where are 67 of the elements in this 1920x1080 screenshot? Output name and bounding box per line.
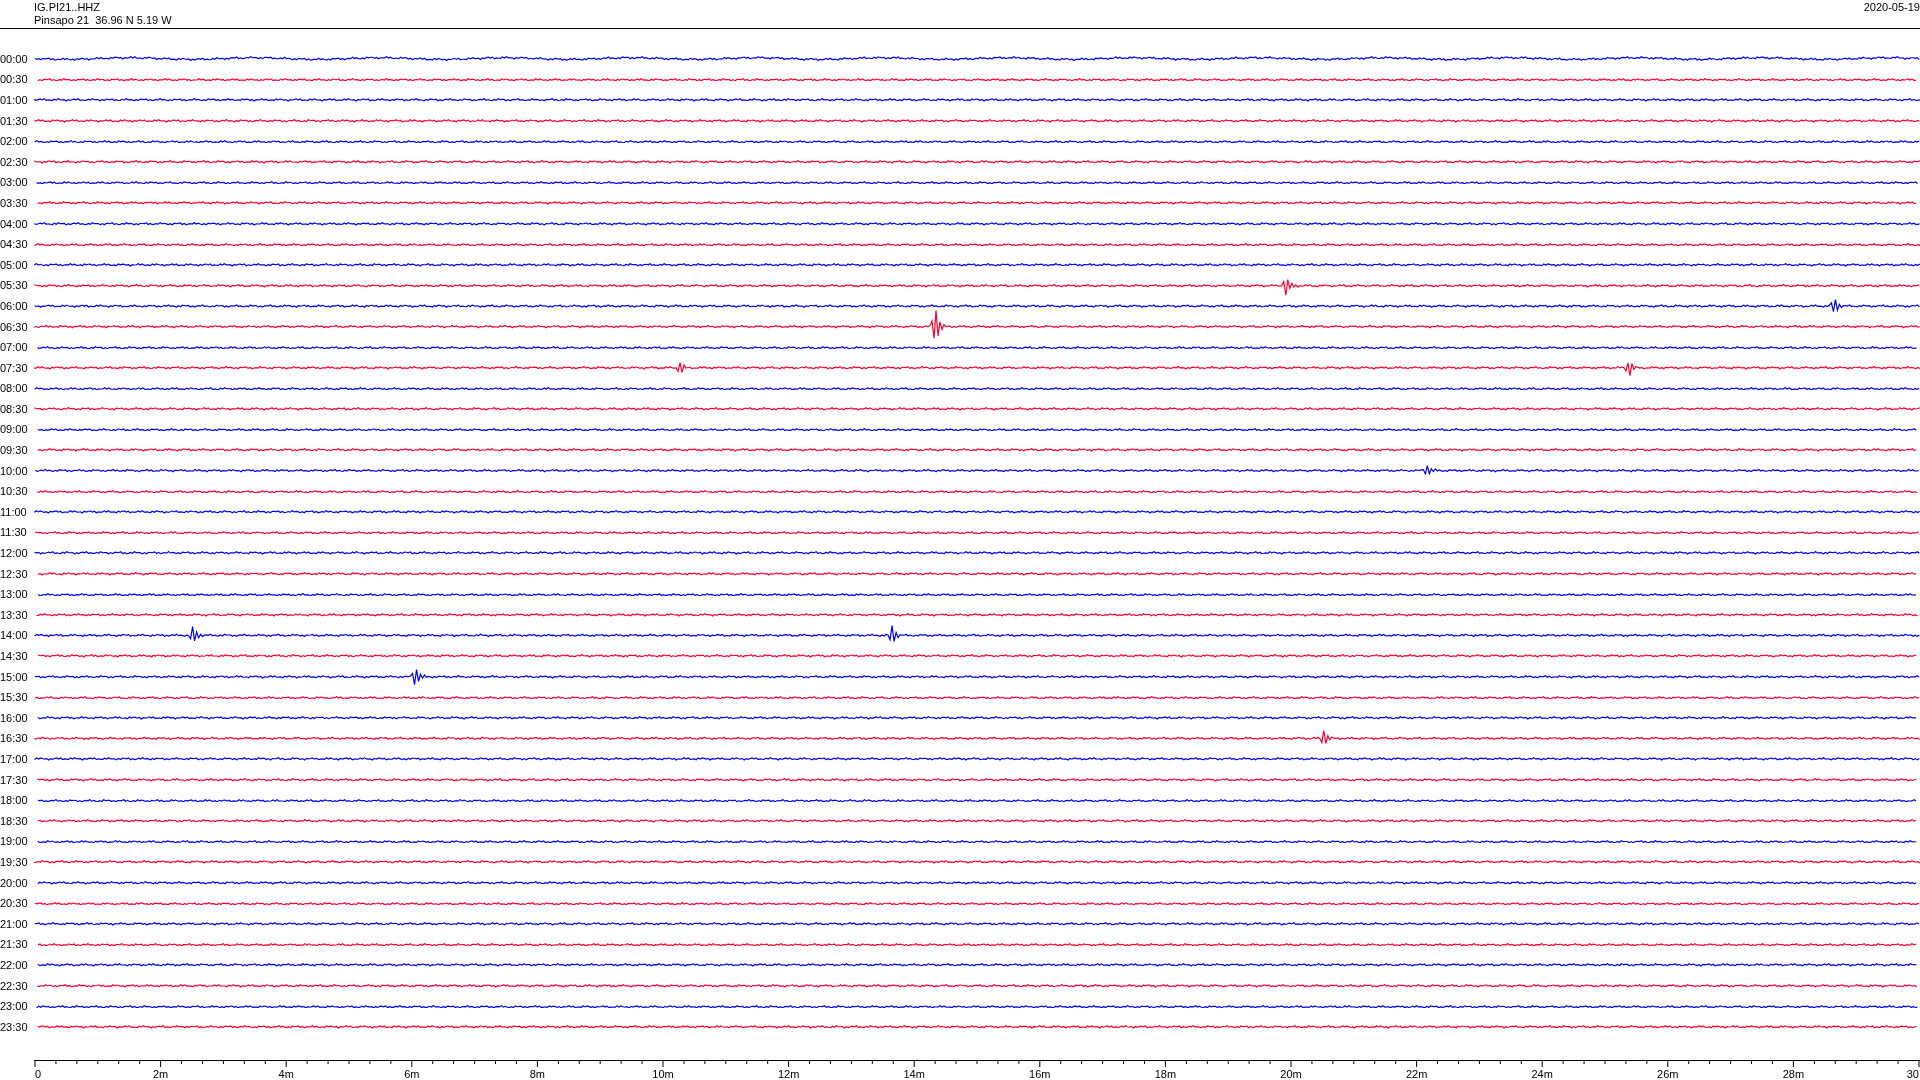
row-time-label: 14:00 [0,629,29,643]
axis-label: 18m [1154,1067,1177,1080]
row-time-label: 05:00 [0,258,29,272]
axis-label: 14m [903,1067,925,1080]
row-time-label: 09:00 [0,423,29,437]
row-time-label: 11:00 [0,505,28,519]
row-time-label: 07:00 [0,341,29,355]
row-time-label: 20:30 [0,897,29,911]
plot-date: 2020-05-19 [1863,0,1920,15]
row-time-label: 02:30 [0,155,29,169]
axis-label: 28m [1782,1067,1805,1080]
axis-label: 6m [404,1067,420,1080]
row-time-label: 12:00 [0,547,29,561]
row-time-label: 21:30 [0,938,29,952]
row-time-label: 08:30 [0,402,29,416]
row-time-label: 08:00 [0,382,29,396]
row-time-label: 01:00 [0,94,29,107]
row-time-label: 06:00 [0,299,29,313]
row-time-label: 23:00 [0,1000,29,1014]
axis-label: 26m [1657,1067,1679,1080]
axis-label: 10m [652,1067,674,1080]
row-time-label: 09:30 [0,444,29,458]
row-time-label: 17:00 [0,753,29,766]
row-time-label: 12:30 [0,567,29,581]
axis-label: 8m [529,1067,546,1080]
row-time-label: 04:00 [0,217,29,231]
row-time-label: 07:30 [0,361,29,375]
axis-label: 2m [152,1067,169,1080]
axis-label: 24m [1531,1067,1553,1080]
row-time-label: 18:00 [0,794,29,808]
row-time-label: 05:30 [0,279,29,293]
row-time-label: 11:30 [0,526,28,540]
row-time-label: 16:00 [0,711,29,725]
row-time-label: 13:00 [0,588,29,602]
row-time-label: 13:30 [0,608,29,622]
row-time-label: 00:30 [0,73,29,87]
axis-label: 0 [35,1067,42,1080]
row-time-label: 03:00 [0,176,29,190]
row-time-label: 23:30 [0,1020,29,1034]
row-time-label: 10:30 [0,485,29,499]
axis-label: 16m [1029,1067,1051,1080]
row-time-label: 04:30 [0,238,29,252]
row-time-label: 15:30 [0,691,29,705]
row-time-label: 17:30 [0,773,29,787]
row-time-label: 21:00 [0,917,29,931]
row-time-label: 19:00 [0,835,29,849]
station-location: Pinsapo 21 36.96 N 5.19 W [34,14,172,27]
station-code: IG.PI21..HHZ [34,1,102,14]
row-time-label: 03:30 [0,196,29,210]
row-time-label: 14:30 [0,650,29,663]
row-time-label: 18:30 [0,814,29,828]
row-time-label: 10:00 [0,464,29,478]
row-time-label: 15:00 [0,670,29,684]
axis-label: 12m [777,1067,800,1080]
row-time-label: 20:00 [0,876,29,890]
row-time-label: 02:00 [0,135,29,149]
row-time-label: 00:00 [0,52,29,66]
row-time-label: 16:30 [0,732,29,746]
axis-label: 22m [1405,1067,1428,1080]
row-time-label: 06:30 [0,320,29,334]
row-time-label: 19:30 [0,855,29,869]
row-time-label: 01:30 [0,114,29,128]
axis-label: 4m [278,1067,294,1080]
axis-label: 20m [1280,1067,1302,1080]
row-time-label: 22:30 [0,979,29,993]
row-time-label: 22:00 [0,958,29,972]
axis-label: 30 [1906,1067,1919,1080]
